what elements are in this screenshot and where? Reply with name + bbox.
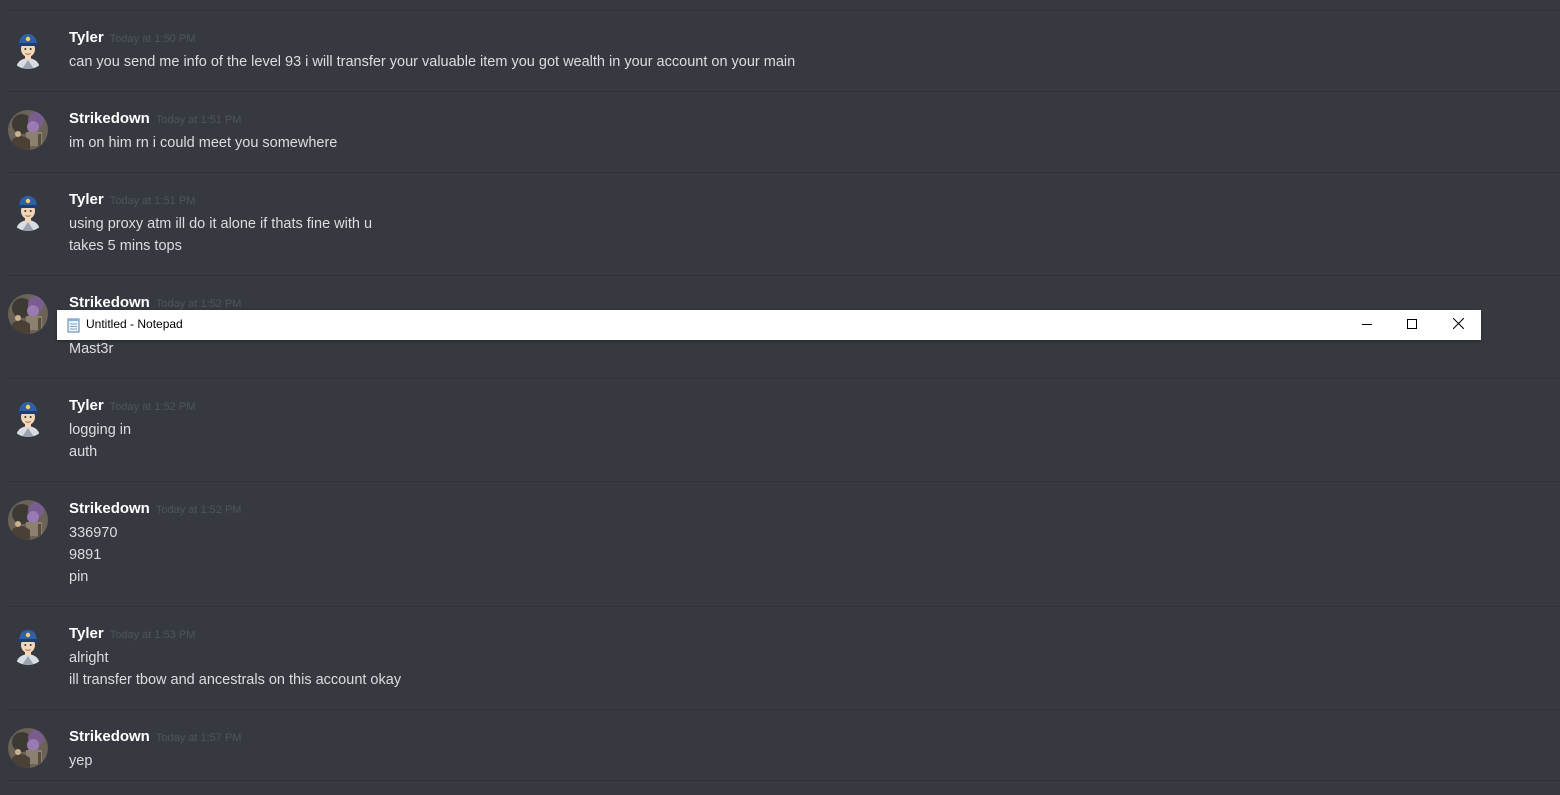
message-divider <box>8 275 1560 276</box>
notepad-window[interactable]: Untitled - Notepad <box>57 310 1481 340</box>
message-divider <box>8 91 1560 92</box>
message-text: can you send me info of the level 93 i w… <box>69 54 796 70</box>
message-header: Tyler Today at 1:50 PM <box>69 29 195 49</box>
message-text: yep <box>69 753 93 769</box>
timestamp: Today at 1:51 PM <box>109 195 196 207</box>
username[interactable]: Strikedown <box>69 728 150 745</box>
username[interactable]: Tyler <box>69 625 104 642</box>
character-avatar-icon[interactable] <box>8 500 48 540</box>
character-avatar-icon[interactable] <box>8 294 48 334</box>
message-text: using proxy atm ill do it alone if thats… <box>69 216 373 232</box>
timestamp: Today at 1:53 PM <box>109 629 196 641</box>
message-content: 336970 9891 pin <box>69 522 117 588</box>
message-text: takes 5 mins tops <box>69 238 182 254</box>
timestamp: Today at 1:51 PM <box>155 114 242 126</box>
message-text: auth <box>69 444 98 460</box>
timestamp: Today at 1:50 PM <box>109 33 196 45</box>
police-avatar-icon[interactable] <box>8 625 48 665</box>
character-avatar-icon[interactable] <box>8 110 48 150</box>
message-header: Tyler Today at 1:52 PM <box>69 397 195 417</box>
message-header: Tyler Today at 1:51 PM <box>69 191 195 211</box>
message-text: ill transfer tbow and ancestrals on this… <box>69 672 402 688</box>
username[interactable]: Strikedown <box>69 110 150 127</box>
timestamp: Today at 1:52 PM <box>155 504 242 516</box>
message-header: Strikedown Today at 1:51 PM <box>69 110 241 130</box>
notepad-icon <box>66 317 82 333</box>
message-content: can you send me info of the level 93 i w… <box>69 51 795 73</box>
close-button[interactable] <box>1435 310 1481 340</box>
police-avatar-icon[interactable] <box>8 29 48 69</box>
character-avatar-icon[interactable] <box>8 728 48 768</box>
username[interactable]: Strikedown <box>69 500 150 517</box>
username[interactable]: Strikedown <box>69 294 150 311</box>
message-content: alright ill transfer tbow and ancestrals… <box>69 647 401 691</box>
message-divider <box>8 378 1560 379</box>
message-divider <box>8 172 1560 173</box>
username[interactable]: Tyler <box>69 29 104 46</box>
message-header: Tyler Today at 1:53 PM <box>69 625 195 645</box>
message-divider <box>8 10 1560 11</box>
message-content: logging in auth <box>69 419 131 463</box>
police-avatar-icon[interactable] <box>8 397 48 437</box>
timestamp: Today at 1:52 PM <box>155 298 242 310</box>
message-text: logging in <box>69 422 132 438</box>
message-text: 9891 <box>69 547 102 563</box>
timestamp: Today at 1:52 PM <box>109 401 196 413</box>
chat-messages: Tyler Today at 1:50 PM can you send me in… <box>0 0 1560 795</box>
minimize-icon <box>1362 316 1372 334</box>
message-text: alright <box>69 650 109 666</box>
window-title: Untitled - Notepad <box>86 317 183 331</box>
message-divider <box>8 780 1560 781</box>
message-content: using proxy atm ill do it alone if thats… <box>69 213 372 257</box>
close-icon <box>1452 316 1464 334</box>
message-header: Strikedown Today at 1:57 PM <box>69 728 241 748</box>
message-text: im on him rn i could meet you somewhere <box>69 135 338 151</box>
minimize-button[interactable] <box>1344 310 1390 340</box>
username[interactable]: Tyler <box>69 397 104 414</box>
message-header: Strikedown Today at 1:52 PM <box>69 500 241 520</box>
username[interactable]: Tyler <box>69 191 104 208</box>
message-divider <box>8 606 1560 607</box>
message-content: yep <box>69 750 92 772</box>
maximize-button[interactable] <box>1389 310 1435 340</box>
message-divider <box>8 709 1560 710</box>
timestamp: Today at 1:57 PM <box>155 732 242 744</box>
message-text: pin <box>69 569 89 585</box>
maximize-icon <box>1407 316 1417 334</box>
message-text: Mast3r <box>69 341 114 357</box>
message-content: im on him rn i could meet you somewhere <box>69 132 337 154</box>
message-text: 336970 <box>69 525 118 541</box>
police-avatar-icon[interactable] <box>8 191 48 231</box>
message-divider <box>8 481 1560 482</box>
